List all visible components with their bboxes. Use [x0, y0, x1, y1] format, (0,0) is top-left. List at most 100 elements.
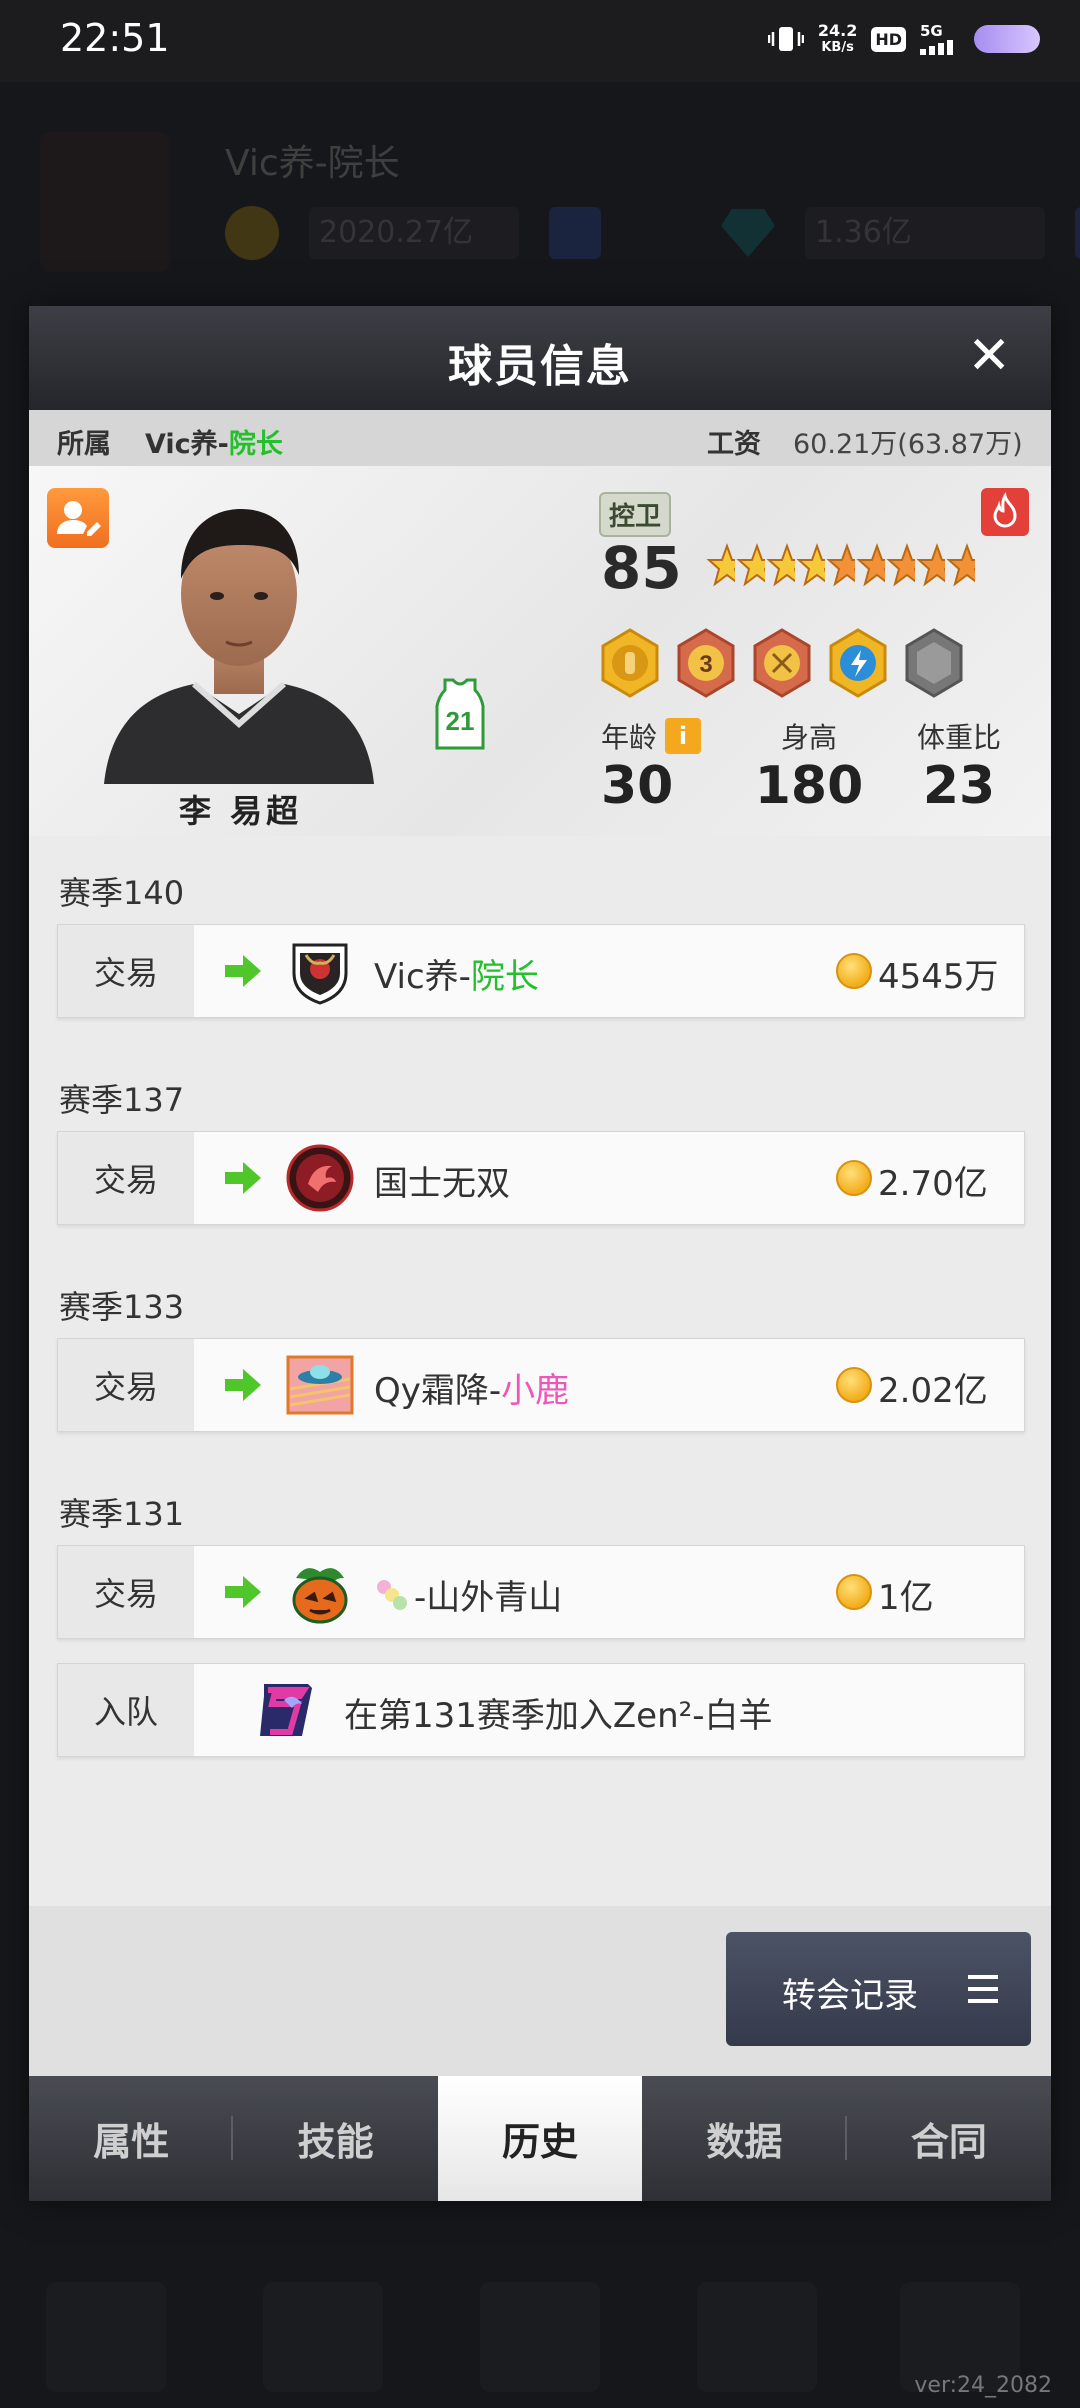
star-icon: [796, 543, 825, 587]
star-rating: [705, 542, 975, 588]
age-label: 年龄: [601, 721, 658, 754]
team-logo-ram-icon: [260, 1684, 312, 1736]
player-info-modal: 球员信息 ✕ 所属 Vic养-院长 工资 60.21万(63.87万) 21 李…: [29, 306, 1051, 2201]
tab-contract[interactable]: 合同: [847, 2076, 1051, 2201]
team-name: Qy霜降-小鹿: [374, 1371, 570, 1411]
star-icon: [736, 543, 765, 587]
history-type: 入队: [58, 1664, 194, 1756]
history-row[interactable]: 交易 国士无双 2.70亿: [57, 1131, 1025, 1225]
net-speed: 24.2 KB/s: [817, 21, 858, 55]
modal-title: 球员信息: [448, 341, 632, 392]
version-label: ver:24_2082: [914, 2373, 1052, 2398]
tab-data[interactable]: 数据: [642, 2076, 847, 2201]
team-name: -山外青山: [374, 1570, 566, 1619]
season-label: 赛季140: [59, 874, 185, 912]
modal-header: 球员信息 ✕: [29, 306, 1051, 410]
team-name: 国士无双: [374, 1164, 510, 1204]
season-label: 赛季137: [59, 1081, 185, 1119]
info-bar: 所属 Vic养-院长 工资 60.21万(63.87万): [29, 410, 1051, 466]
badge-gold-player-icon: [601, 628, 659, 698]
hd-badge: HD: [871, 26, 906, 52]
status-time: 22:51: [60, 16, 170, 60]
badge-speed-icon: [829, 628, 887, 698]
history-type: 交易: [58, 1132, 194, 1224]
player-rating: 85: [601, 534, 682, 602]
skill-badges: 3: [599, 628, 965, 698]
player-name: 李 易超: [179, 792, 303, 830]
status-icons: 24.2 KB/s HD 5G: [767, 21, 1040, 56]
age-stat: 年龄 i 30: [601, 716, 701, 816]
height-label: 身高: [780, 721, 837, 754]
hot-streak-button[interactable]: [981, 488, 1029, 536]
gold-coin-icon: [836, 1160, 872, 1196]
star-icon: [946, 543, 975, 587]
arrow-right-icon: [225, 1369, 261, 1401]
team-name: Vic养-院长: [374, 957, 539, 997]
tab-history[interactable]: 历史: [437, 2076, 643, 2201]
salary-label: 工资: [707, 429, 761, 460]
join-text: 在第131赛季加入Zen²-白羊: [344, 1696, 773, 1736]
salary-value: 60.21万(63.87万): [793, 429, 1023, 460]
transfer-record-button[interactable]: 转会记录: [726, 1932, 1031, 2046]
history-type: 交易: [58, 1546, 194, 1638]
svg-text:3: 3: [699, 651, 712, 678]
jersey-icon: 21: [435, 678, 485, 750]
transfer-record-label: 转会记录: [782, 1976, 918, 2016]
team-logo-phoenix-icon: [286, 1144, 354, 1212]
star-icon: [826, 543, 855, 587]
history-row[interactable]: 交易 -山外青山 1亿: [57, 1545, 1025, 1639]
arrow-right-icon: [225, 1576, 261, 1608]
history-row[interactable]: 交易 Vic养-院长 4545万: [57, 924, 1025, 1018]
height-stat: 身高 180: [749, 716, 869, 816]
arrow-right-icon: [225, 1162, 261, 1194]
signal-icon: 5G: [920, 23, 960, 55]
fire-icon: [993, 492, 1017, 528]
season-label: 赛季133: [59, 1288, 185, 1326]
gold-coin-icon: [836, 953, 872, 989]
weight-ratio-stat: 体重比 23: [899, 716, 1019, 816]
player-avatar: [104, 509, 374, 784]
team-logo-bull-icon: [292, 943, 348, 1005]
badge-crossover-icon: [753, 628, 811, 698]
star-icon: [886, 543, 915, 587]
transfer-amount: 2.70亿: [878, 1164, 988, 1204]
weight-ratio-value: 23: [922, 756, 996, 816]
star-icon: [916, 543, 945, 587]
info-icon[interactable]: i: [665, 718, 701, 754]
arrow-right-icon: [225, 955, 261, 987]
gold-coin-icon: [836, 1574, 872, 1610]
svg-text:21: 21: [446, 706, 475, 736]
transfer-amount: 2.02亿: [878, 1371, 988, 1411]
candy-icon: [377, 1579, 407, 1610]
team-logo-ufo-icon: [286, 1355, 354, 1415]
history-type: 交易: [58, 1339, 194, 1431]
history-type: 交易: [58, 925, 194, 1017]
vibrate-icon: [767, 27, 804, 51]
season-label: 赛季131: [59, 1495, 185, 1533]
battery-icon: [974, 25, 1040, 53]
tab-skills[interactable]: 技能: [233, 2076, 437, 2201]
age-value: 30: [601, 756, 674, 816]
badge-locked-icon: [905, 628, 963, 698]
tab-attributes[interactable]: 属性: [29, 2076, 234, 2201]
transfer-amount: 4545万: [878, 957, 999, 997]
affiliation-team: Vic养-院长: [145, 429, 283, 460]
bottom-tabs: 属性 技能 历史 数据 合同: [29, 2076, 1051, 2201]
badge-three-point-icon: 3: [677, 628, 735, 698]
menu-icon: [968, 1975, 998, 2003]
history-row[interactable]: 入队 在第131赛季加入Zen²-白羊: [57, 1663, 1025, 1757]
star-icon: [706, 543, 735, 587]
affiliation-label: 所属: [57, 429, 111, 460]
close-icon[interactable]: ✕: [967, 326, 1011, 386]
transfer-amount: 1亿: [878, 1578, 934, 1618]
status-bar: 22:51 24.2 KB/s HD 5G: [0, 0, 1080, 82]
team-logo-pumpkin-icon: [292, 1568, 348, 1624]
position-tag: 控卫: [599, 492, 672, 537]
height-value: 180: [754, 756, 864, 816]
history-row[interactable]: 交易 Qy霜降-小鹿 2.02亿: [57, 1338, 1025, 1432]
gold-coin-icon: [836, 1367, 872, 1403]
weight-ratio-label: 体重比: [916, 721, 1001, 754]
player-profile: 21 李 易超 控卫 85 3 年龄 i 30 身高 180 体重比 23: [29, 466, 1051, 836]
star-icon: [766, 543, 795, 587]
star-icon: [856, 543, 885, 587]
